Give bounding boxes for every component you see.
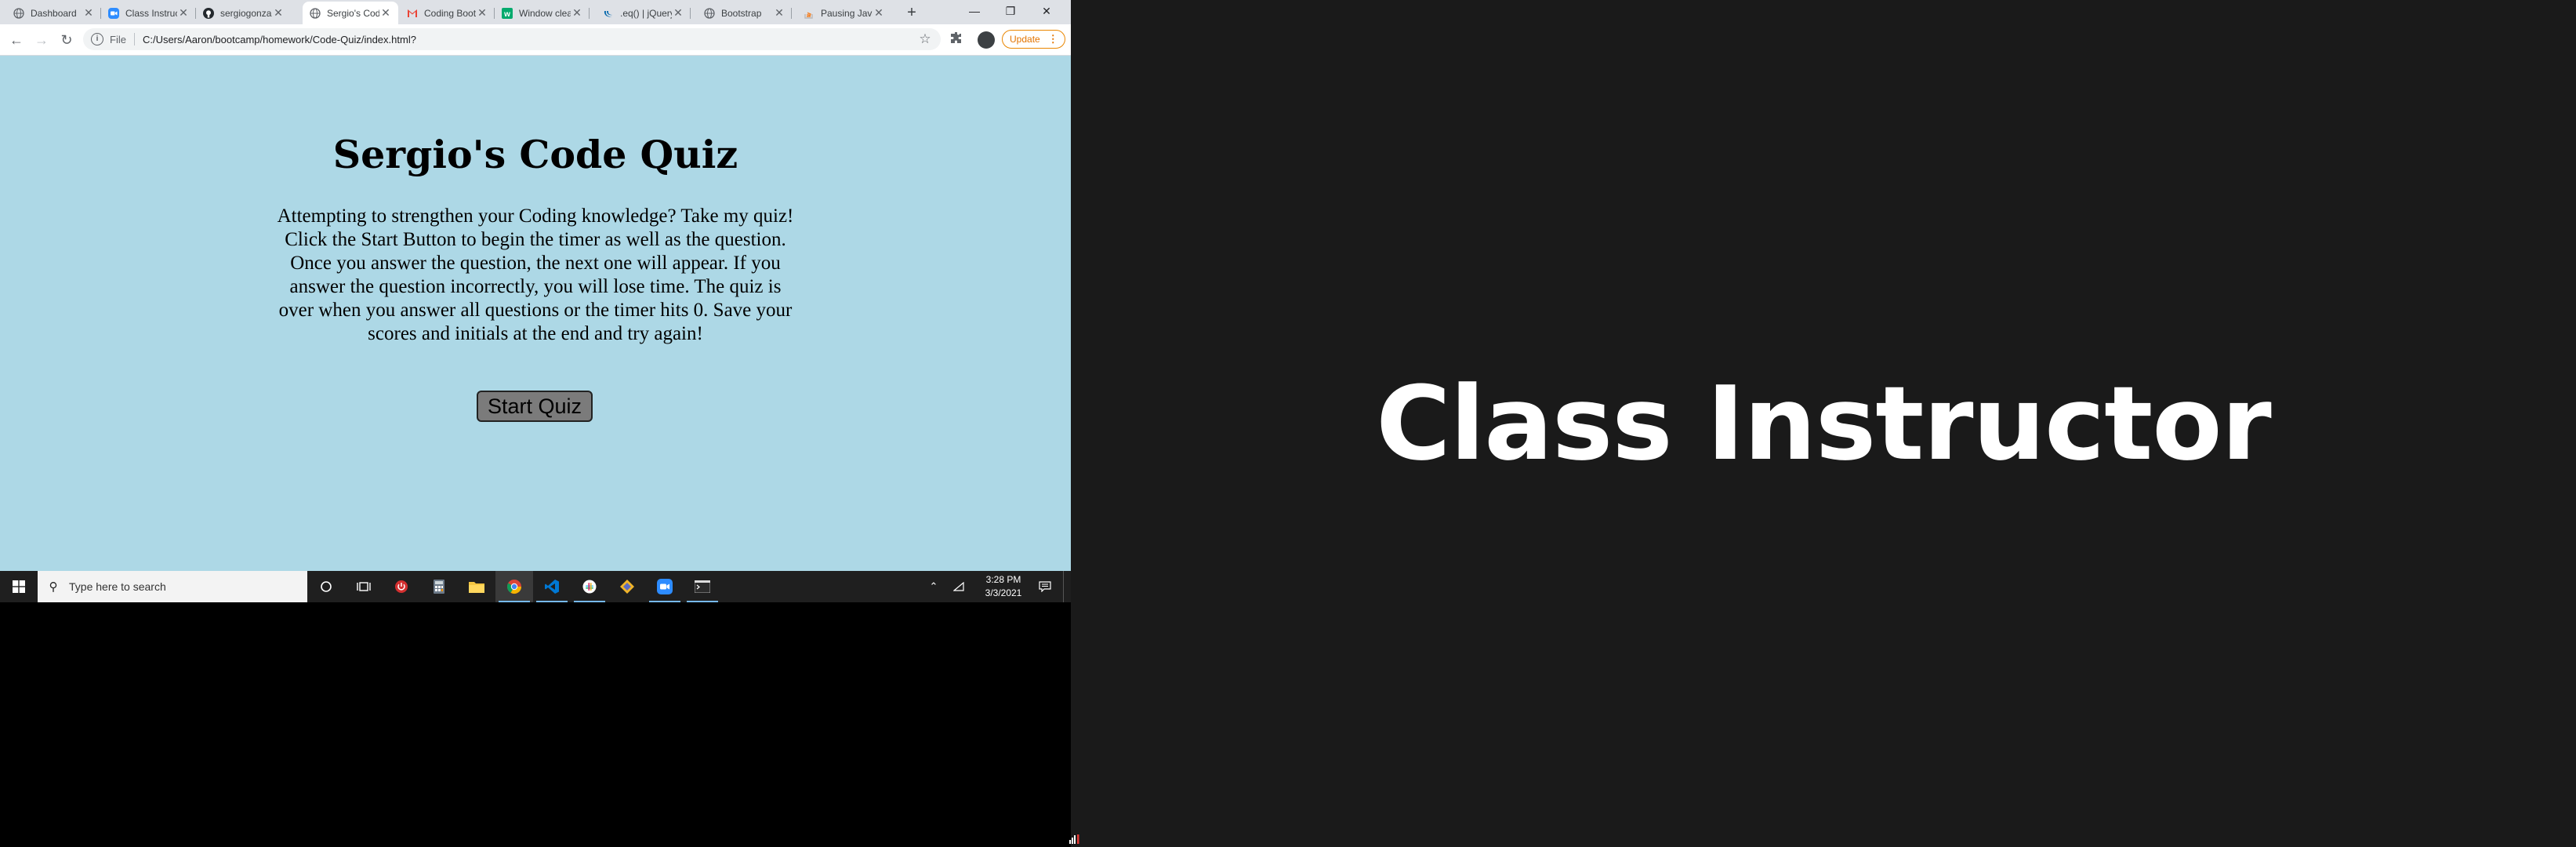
svg-text:w: w — [503, 10, 510, 19]
network-icon[interactable] — [950, 571, 967, 602]
search-icon: ⚲ — [49, 580, 58, 594]
url-text[interactable]: C:/Users/Aaron/bootcamp/homework/Code-Qu… — [143, 34, 916, 45]
tab-pausing-javascript[interactable]: Pausing JavaScript ✕ — [796, 2, 891, 24]
video-tile: Class Instructor — [1071, 0, 2576, 847]
w3schools-icon: w — [501, 7, 513, 20]
back-button[interactable]: ← — [6, 30, 27, 50]
tab-gmail[interactable]: Coding Bootcamp ✕ — [400, 2, 495, 24]
show-desktop-button[interactable] — [1063, 571, 1071, 602]
window-close-button[interactable]: ✕ — [1029, 0, 1065, 24]
chrome-icon[interactable] — [495, 571, 533, 602]
tab-title: Bootstrap — [721, 7, 762, 19]
tab-title: Sergio's Code Quiz — [327, 7, 379, 19]
address-bar[interactable]: i File C:/Users/Aaron/bootcamp/homework/… — [83, 28, 941, 50]
profile-avatar-icon[interactable] — [978, 31, 995, 49]
calculator-icon[interactable] — [420, 571, 458, 602]
more-menu-icon[interactable]: ⋮ — [1048, 31, 1058, 48]
search-placeholder: Type here to search — [69, 580, 166, 593]
update-label: Update — [1010, 34, 1040, 45]
close-icon[interactable]: ✕ — [379, 6, 392, 20]
maximize-button[interactable]: ❐ — [992, 0, 1029, 24]
tab-bootstrap[interactable]: Bootstrap ✕ — [697, 2, 792, 24]
update-button[interactable]: Update ⋮ — [1002, 30, 1065, 49]
taskbar-clock[interactable]: 3:28 PM 3/3/2021 — [975, 573, 1032, 600]
close-icon[interactable]: ✕ — [571, 6, 583, 20]
start-quiz-button[interactable]: Start Quiz — [477, 391, 593, 422]
tab-code-quiz[interactable]: Sergio's Code Quiz ✕ — [303, 2, 398, 24]
tab-w3schools[interactable]: w Window clearInterval ✕ — [495, 2, 590, 24]
globe-icon — [309, 7, 321, 20]
terminal-icon[interactable] — [684, 571, 721, 602]
close-icon[interactable]: ✕ — [773, 6, 785, 20]
tab-title: Window clearInterval — [519, 7, 571, 19]
gmail-icon — [406, 7, 419, 20]
git-kraken-icon[interactable] — [608, 571, 646, 602]
tab-title: Coding Bootcamp — [424, 7, 476, 19]
tab-strip: Dashboard ✕ Class Instructor ✕ sergiogon… — [0, 0, 1071, 24]
info-icon[interactable]: i — [91, 33, 103, 45]
stackoverflow-icon — [803, 7, 815, 20]
minimize-button[interactable]: — — [956, 0, 992, 24]
globe-icon — [13, 7, 25, 20]
scheme-label: File — [110, 33, 126, 45]
tab-class-instructor[interactable]: Class Instructor ✕ — [101, 2, 196, 24]
slack-icon[interactable] — [571, 571, 608, 602]
tab-title: Pausing JavaScript — [821, 7, 873, 19]
windows-start-icon[interactable] — [0, 571, 38, 602]
close-icon[interactable]: ✕ — [82, 6, 95, 20]
tab-dashboard[interactable]: Dashboard ✕ — [6, 2, 101, 24]
close-icon[interactable]: ✕ — [476, 6, 488, 20]
new-tab-button[interactable]: + — [902, 4, 922, 23]
close-icon[interactable]: ✕ — [272, 6, 285, 20]
clock-time: 3:28 PM — [985, 574, 1021, 585]
jquery-icon — [602, 7, 615, 20]
close-icon[interactable]: ✕ — [672, 6, 684, 20]
desktop-screen: Dashboard ✕ Class Instructor ✕ sergiogon… — [0, 0, 1071, 602]
task-view-icon[interactable] — [345, 571, 383, 602]
file-explorer-icon[interactable] — [458, 571, 495, 602]
github-icon — [202, 7, 215, 20]
clock-date: 3/3/2021 — [985, 587, 1022, 598]
tab-title: Class Instructor — [125, 7, 177, 19]
taskbar: ⚲ Type here to search ⌃ 3:28 PM 3/3/2021 — [0, 571, 1071, 602]
extensions-icon[interactable] — [950, 31, 963, 48]
star-icon[interactable]: ☆ — [916, 31, 934, 47]
tab-title: .eq() | jQuery — [620, 7, 672, 19]
tab-title: Dashboard — [31, 7, 77, 19]
cortana-icon[interactable] — [307, 571, 345, 602]
zoom-app-icon[interactable] — [646, 571, 684, 602]
globe-icon — [703, 7, 716, 20]
close-icon[interactable]: ✕ — [873, 6, 885, 20]
vscode-icon[interactable] — [533, 571, 571, 602]
taskbar-search-input[interactable]: ⚲ Type here to search — [38, 571, 307, 602]
zoom-icon — [107, 7, 120, 20]
forward-button[interactable]: → — [31, 30, 52, 50]
address-divider — [133, 33, 135, 45]
tab-title: sergiogonzalez — [220, 7, 272, 19]
action-center-icon[interactable] — [1033, 571, 1057, 602]
show-hidden-icons-chevron-icon[interactable]: ⌃ — [925, 571, 942, 602]
power-app-icon[interactable] — [383, 571, 420, 602]
page-title: Sergio's Code Quiz — [332, 132, 738, 177]
tab-jquery[interactable]: .eq() | jQuery ✕ — [596, 2, 691, 24]
connection-signal-icon — [1069, 834, 1079, 844]
close-icon[interactable]: ✕ — [177, 6, 190, 20]
browser-toolbar: ← → ↻ i File C:/Users/Aaron/bootcamp/hom… — [0, 24, 1071, 56]
page-viewport: Sergio's Code Quiz Attempting to strengt… — [0, 56, 1071, 571]
quiz-description: Attempting to strengthen your Coding kno… — [277, 205, 794, 344]
participant-name: Class Instructor — [1376, 364, 2271, 483]
tab-github[interactable]: sergiogonzalez ✕ — [196, 2, 291, 24]
reload-button[interactable]: ↻ — [56, 30, 77, 50]
